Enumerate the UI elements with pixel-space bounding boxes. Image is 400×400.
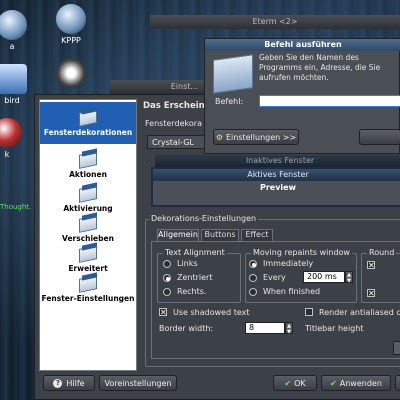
cancel-button-partial[interactable]	[395, 375, 400, 391]
inactive-window-titlebar: Inaktives Fenster	[155, 155, 400, 167]
desktop-icon-1[interactable]: a	[0, 10, 32, 51]
ok-button[interactable]: ✔ OK	[273, 375, 317, 391]
radio-when-finished-label: When finished	[263, 287, 321, 296]
sidebar-item-aktionen[interactable]: Aktionen	[40, 146, 136, 184]
preview-window: Aktives Fenster Preview	[151, 167, 400, 207]
sidebar-item-fensterdekorationen[interactable]: Fensterdekorationen	[40, 102, 136, 144]
thought-text: Thought.	[0, 203, 32, 211]
moving-repaints-title: Moving repaints window	[251, 248, 352, 257]
help-button-label: Hilfe	[66, 379, 85, 388]
run-command-dialog: Befehl ausführen Geben Sie den Namen des…	[204, 38, 400, 154]
active-window-titlebar: Aktives Fenster	[153, 169, 400, 181]
radio-rechts[interactable]	[163, 288, 171, 296]
tab-allgemein[interactable]: Allgemein	[157, 229, 199, 241]
radio-links[interactable]	[163, 260, 171, 268]
scroll-handle[interactable]	[393, 341, 400, 355]
run-program-icon	[213, 54, 253, 94]
radio-links-label: Links	[177, 259, 198, 268]
radio-every-label: Every	[263, 273, 286, 282]
radio-immediately[interactable]	[249, 260, 257, 268]
sidebar-item-fenster-einstellungen[interactable]: Fenster-Einstellungen	[40, 270, 136, 308]
settings-window-title: Einst...	[170, 82, 198, 91]
focus-icon	[77, 184, 99, 202]
background-window-title: Eterm <2>	[252, 17, 298, 26]
checkmark-icon: ✔	[284, 379, 292, 388]
tab-buttons[interactable]: Buttons	[201, 229, 239, 241]
tab-effect[interactable]: Effect	[241, 229, 273, 241]
active-window-title: Aktives Fenster	[247, 170, 309, 179]
run-button-partial[interactable]	[359, 129, 400, 145]
desktop-icon-label: KPPP	[61, 36, 81, 45]
radio-when-finished[interactable]	[249, 288, 257, 296]
round-checkbox-2[interactable]: ✕	[367, 289, 375, 298]
desktop-icon-label: bird	[4, 96, 20, 105]
background-window-titlebar[interactable]: Eterm <2>	[150, 15, 400, 29]
settings-expand-button[interactable]: ⚙ Einstellungen >>	[213, 129, 299, 145]
sidebar-item-label: Fenster-Einstellungen	[41, 294, 135, 303]
radio-zentriert[interactable]	[163, 274, 171, 282]
spinbox-arrows-icon[interactable]: ▲ ▼	[285, 322, 293, 335]
decoration-tab[interactable]: Fensterdekora	[145, 119, 202, 128]
titlebar-height-label: Titlebar height	[305, 324, 364, 333]
advanced-icon	[77, 244, 99, 262]
apply-button[interactable]: ✔ Anwenden	[321, 375, 391, 391]
command-label: Befehl:	[215, 97, 244, 106]
move-icon	[77, 214, 99, 232]
settings-icon: ⚙	[215, 133, 223, 142]
apply-checkmark-icon: ✔	[330, 379, 337, 388]
command-input[interactable]	[259, 95, 400, 107]
render-antialiased-checkbox[interactable]	[305, 308, 313, 316]
run-command-description: Geben Sie den Namen des Programms ein, A…	[259, 53, 381, 82]
radio-every[interactable]	[249, 274, 257, 282]
text-alignment-title: Text Alignment	[163, 248, 227, 257]
window-settings-icon	[77, 274, 99, 292]
mail-icon	[0, 64, 27, 94]
round-checkbox-1[interactable]: ✕	[367, 261, 375, 270]
border-width-label: Border width:	[159, 324, 214, 333]
render-antialiased-label: Render antialiased capt	[319, 308, 400, 317]
desktop-icon-kppp[interactable]: KPPP	[50, 4, 92, 45]
settings-expand-label: Einstellungen >>	[225, 133, 297, 142]
inactive-window-title: Inaktives Fenster	[245, 156, 315, 165]
kppp-icon	[56, 4, 86, 34]
every-interval-spinbox[interactable]: 200 ms	[303, 271, 345, 283]
spinbox-arrows-icon[interactable]: ▲ ▼	[345, 271, 353, 284]
defaults-button[interactable]: Voreinstellungen	[99, 375, 177, 391]
desktop-icon-label: k	[4, 150, 10, 159]
preview-label: Preview	[259, 183, 296, 192]
sidebar-item-label: Fensterdekorationen	[43, 128, 133, 137]
decoration-settings-title: Dekorations-Einstellungen	[149, 214, 259, 223]
radio-rechts-label: Rechts.	[177, 287, 207, 296]
actions-icon	[77, 150, 99, 168]
sidebar: Fensterdekorationen Aktionen Aktivierung…	[39, 99, 137, 371]
decoration-select[interactable]: Crystal-GL	[147, 135, 207, 149]
use-shadowed-text-checkbox[interactable]: ✕	[159, 308, 167, 317]
help-button[interactable]: ? Hilfe	[43, 375, 95, 391]
app-icon	[0, 118, 22, 148]
app-icon	[0, 10, 27, 40]
use-shadowed-text-label: Use shadowed text	[173, 308, 250, 317]
desktop-icon-5[interactable]: k	[0, 118, 24, 159]
settings-window-titlebar[interactable]: Einst...	[110, 80, 206, 94]
run-command-titlebar[interactable]: Befehl ausführen	[205, 39, 400, 51]
help-icon: ?	[53, 379, 63, 388]
radio-immediately-label: Immediately	[263, 259, 314, 268]
round-title: Round	[367, 248, 397, 257]
network-icon	[56, 58, 86, 88]
run-command-title: Befehl ausführen	[264, 40, 342, 49]
window-decoration-icon	[77, 108, 99, 126]
apply-button-label: Anwenden	[339, 379, 382, 388]
desktop-icon-3[interactable]: bird	[0, 64, 34, 105]
desktop-icon-label: a	[9, 42, 15, 51]
radio-zentriert-label: Zentriert	[177, 273, 213, 282]
sidebar-item-label: Aktionen	[69, 170, 107, 179]
ok-button-label: OK	[294, 379, 306, 388]
desktop-icon-4[interactable]	[54, 58, 88, 90]
border-width-spinbox[interactable]: 8	[245, 322, 285, 334]
